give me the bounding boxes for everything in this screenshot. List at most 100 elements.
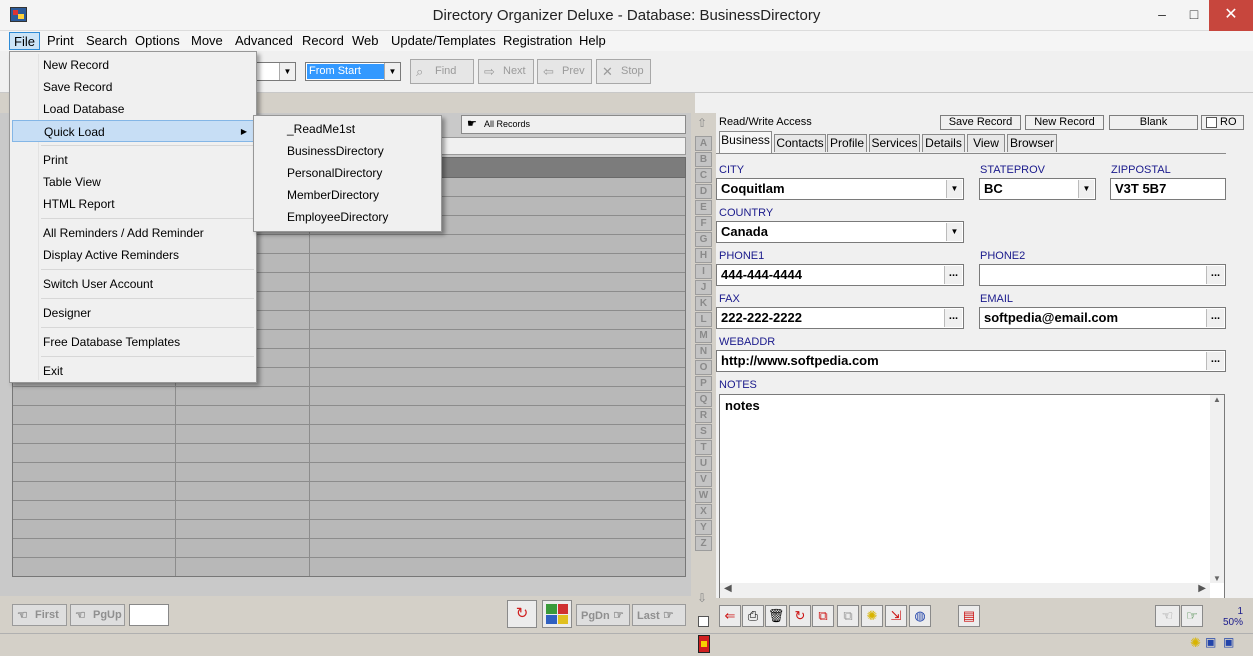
alpha-button-q[interactable]: Q (695, 392, 712, 407)
notes-vertical-scrollbar[interactable]: ▲ ▼ (1210, 395, 1224, 583)
alpha-button-f[interactable]: F (695, 216, 712, 231)
alpha-button-w[interactable]: W (695, 488, 712, 503)
menu-table-view[interactable]: Table View (12, 171, 254, 193)
all-records-button[interactable]: ☛ All Records (461, 115, 686, 134)
menu-file[interactable]: File (9, 32, 40, 50)
menu-quick-load[interactable]: Quick Load ▶ (12, 120, 254, 142)
menu-registration[interactable]: Registration (499, 32, 576, 50)
alpha-button-x[interactable]: X (695, 504, 712, 519)
table-row[interactable] (13, 482, 685, 501)
menu-advanced[interactable]: Advanced (231, 32, 297, 50)
alpha-button-p[interactable]: P (695, 376, 712, 391)
refresh-icon[interactable]: ↻ (507, 600, 537, 628)
search-scope-select[interactable]: From Start ▼ (305, 62, 401, 81)
alpha-button-s[interactable]: S (695, 424, 712, 439)
lightbulb-icon[interactable]: ✺ (1190, 635, 1201, 651)
first-button[interactable]: ☜ First (12, 604, 67, 626)
record-number-input[interactable] (129, 604, 169, 626)
menu-print[interactable]: Print (43, 32, 78, 50)
menu-free-templates[interactable]: Free Database Templates (12, 331, 254, 353)
alpha-button-c[interactable]: C (695, 168, 712, 183)
alpha-button-l[interactable]: L (695, 312, 712, 327)
alpha-button-d[interactable]: D (695, 184, 712, 199)
hand-right-icon[interactable]: ☞ (1181, 605, 1203, 627)
phone2-field[interactable]: ... (979, 264, 1226, 286)
copy-record-icon[interactable]: ⧉ (812, 605, 834, 627)
export-icon[interactable]: ⇲ (885, 605, 907, 627)
table-row[interactable] (13, 463, 685, 482)
table-row[interactable] (13, 387, 685, 406)
readonly-toggle[interactable]: RO (1201, 115, 1244, 130)
alpha-button-j[interactable]: J (695, 280, 712, 295)
menu-exit[interactable]: Exit (12, 360, 254, 382)
alpha-button-a[interactable]: A (695, 136, 712, 151)
fax-field[interactable]: 222-222-2222... (716, 307, 964, 329)
alpha-button-z[interactable]: Z (695, 536, 712, 551)
next-button[interactable]: ⇨ Next (478, 59, 534, 84)
scroll-down-icon[interactable]: ▼ (1210, 574, 1224, 583)
tab-contacts[interactable]: Contacts (774, 134, 826, 152)
color-grid-icon[interactable] (542, 600, 572, 628)
ro-checkbox[interactable] (1206, 117, 1217, 128)
minimize-button[interactable]: ‒ (1145, 0, 1179, 31)
save-file-icon[interactable]: ▤ (958, 605, 980, 627)
menu-designer[interactable]: Designer (12, 302, 254, 324)
alpha-button-b[interactable]: B (695, 152, 712, 167)
submenu-personal-directory[interactable]: PersonalDirectory (256, 162, 439, 184)
alpha-button-m[interactable]: M (695, 328, 712, 343)
pgdn-button[interactable]: PgDn ☞ (576, 604, 630, 626)
prev-button[interactable]: ⇦ Prev (537, 59, 592, 84)
alpha-checkbox[interactable] (698, 616, 709, 627)
menu-options[interactable]: Options (131, 32, 184, 50)
menu-print[interactable]: Print (12, 149, 254, 171)
email-field[interactable]: softpedia@email.com... (979, 307, 1226, 329)
submenu-business-directory[interactable]: BusinessDirectory (256, 140, 439, 162)
alpha-button-v[interactable]: V (695, 472, 712, 487)
tab-view[interactable]: View (967, 134, 1005, 152)
last-button[interactable]: Last ☞ (632, 604, 686, 626)
menu-web[interactable]: Web (348, 32, 383, 50)
scroll-right-icon[interactable]: ▶ (1198, 583, 1206, 594)
close-button[interactable]: ✕ (1209, 0, 1253, 31)
back-arrow-icon[interactable]: ⇐ (719, 605, 741, 627)
phone1-field[interactable]: 444-444-4444... (716, 264, 964, 286)
trash-icon[interactable]: 🗑 (765, 605, 787, 627)
save-record-button[interactable]: Save Record (940, 115, 1021, 130)
table-row[interactable] (13, 558, 685, 576)
alpha-button-n[interactable]: N (695, 344, 712, 359)
scroll-up-icon[interactable]: ▲ (1210, 395, 1224, 404)
alpha-button-g[interactable]: G (695, 232, 712, 247)
webaddr-field[interactable]: http://www.softpedia.com... (716, 350, 1226, 372)
alpha-button-o[interactable]: O (695, 360, 712, 375)
find-button[interactable]: ⌕ Find (410, 59, 474, 84)
menu-load-database[interactable]: Load Database (12, 98, 254, 120)
tab-business[interactable]: Business (719, 131, 772, 153)
ellipsis-button[interactable]: ... (944, 309, 962, 327)
table-row[interactable] (13, 520, 685, 539)
ellipsis-button[interactable]: ... (1206, 309, 1224, 327)
alpha-button-u[interactable]: U (695, 456, 712, 471)
notes-horizontal-scrollbar[interactable]: ◀ ▶ (720, 583, 1210, 598)
menu-help[interactable]: Help (575, 32, 610, 50)
alpha-button-t[interactable]: T (695, 440, 712, 455)
ellipsis-button[interactable]: ... (944, 266, 962, 284)
city-select[interactable]: Coquitlam ▼ (716, 178, 964, 200)
alpha-button-e[interactable]: E (695, 200, 712, 215)
pgup-button[interactable]: ☜ PgUp (70, 604, 125, 626)
blank-button[interactable]: Blank (1109, 115, 1198, 130)
tab-profile[interactable]: Profile (827, 134, 867, 152)
globe-icon[interactable]: ◍ (909, 605, 931, 627)
stop-button[interactable]: ✕ Stop (596, 59, 651, 84)
alpha-button-y[interactable]: Y (695, 520, 712, 535)
menu-update-templates[interactable]: Update/Templates (387, 32, 500, 50)
maximize-button[interactable]: □ (1177, 0, 1211, 31)
menu-active-reminders[interactable]: Display Active Reminders (12, 244, 254, 266)
table-row[interactable] (13, 406, 685, 425)
menu-new-record[interactable]: New Record (12, 54, 254, 76)
menu-save-record[interactable]: Save Record (12, 76, 254, 98)
new-record-button[interactable]: New Record (1025, 115, 1104, 130)
menu-all-reminders[interactable]: All Reminders / Add Reminder (12, 222, 254, 244)
ellipsis-button[interactable]: ... (1206, 266, 1224, 284)
table-row[interactable] (13, 501, 685, 520)
notes-textarea[interactable]: notes (719, 394, 1225, 599)
